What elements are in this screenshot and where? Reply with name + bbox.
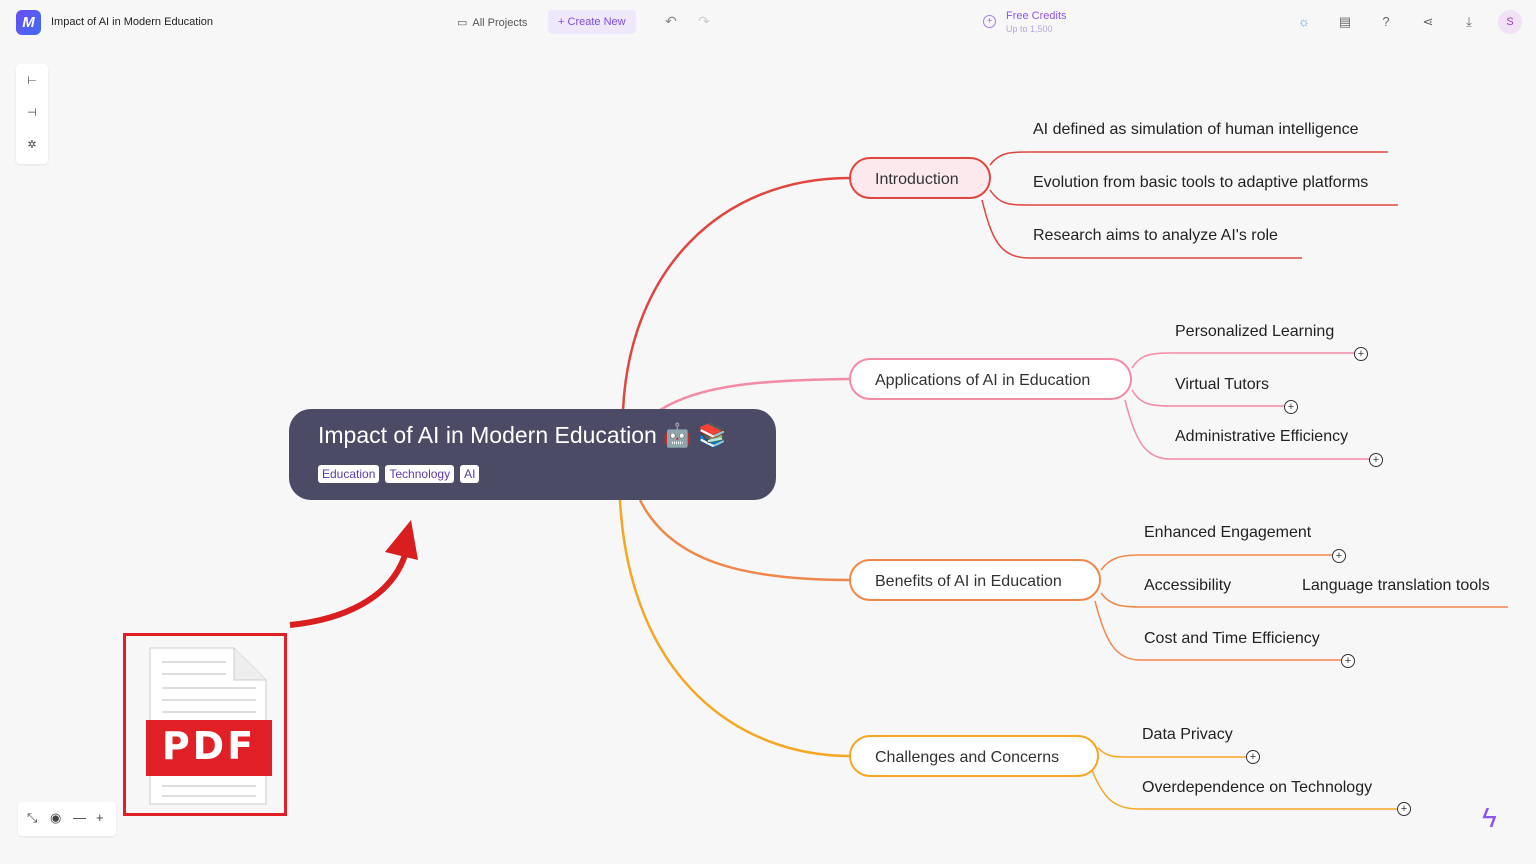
expand-icon[interactable]: + xyxy=(1332,549,1346,563)
leaf-ben-2-child[interactable]: Language translation tools xyxy=(1302,577,1490,595)
expand-icon[interactable]: + xyxy=(1369,453,1383,467)
tag-education[interactable]: Education xyxy=(318,465,380,483)
tag-ai[interactable]: AI xyxy=(460,465,480,483)
arrow-curve xyxy=(289,553,408,628)
edge-app-1 xyxy=(1131,352,1355,369)
fit-screen-icon[interactable]: ⤡ xyxy=(27,810,37,826)
leaf-ben-1[interactable]: Enhanced Engagement xyxy=(1144,524,1311,542)
leaf-intro-1[interactable]: AI defined as simulation of human intell… xyxy=(1033,121,1359,139)
root-title: Impact of AI in Modern Education 🤖 📚 xyxy=(318,422,727,448)
leaf-chal-1[interactable]: Data Privacy xyxy=(1142,726,1233,744)
branch-applications[interactable]: Applications of AI in Education xyxy=(849,358,1132,400)
edge-introduction xyxy=(621,176,851,411)
leaf-ben-3[interactable]: Cost and Time Efficiency xyxy=(1144,630,1320,648)
leaf-app-2[interactable]: Virtual Tutors xyxy=(1175,376,1269,394)
edge-intro-1 xyxy=(989,151,1388,166)
locate-icon[interactable]: ◉ xyxy=(50,810,61,826)
arrow-head xyxy=(385,520,418,560)
expand-icon[interactable]: + xyxy=(1284,400,1298,414)
pdf-label: PDF xyxy=(161,724,257,768)
edge-ben-2 xyxy=(1100,592,1508,608)
leaf-ben-2[interactable]: Accessibility xyxy=(1144,577,1231,595)
zoom-controls: ⤡ ◉ — + xyxy=(18,802,116,836)
edge-challenges xyxy=(618,499,851,758)
leaf-app-1[interactable]: Personalized Learning xyxy=(1175,323,1334,341)
zoom-in-icon[interactable]: + xyxy=(96,810,104,825)
root-node[interactable]: Impact of AI in Modern Education 🤖 📚 Edu… xyxy=(289,409,776,500)
pdf-overlay: PDF xyxy=(123,633,287,816)
leaf-chal-2[interactable]: Overdependence on Technology xyxy=(1142,779,1372,797)
leaf-intro-2[interactable]: Evolution from basic tools to adaptive p… xyxy=(1033,174,1368,192)
leaf-app-3[interactable]: Administrative Efficiency xyxy=(1175,428,1348,446)
zoom-out-icon[interactable]: — xyxy=(73,810,86,825)
edge-ben-1 xyxy=(1100,554,1332,571)
expand-icon[interactable]: + xyxy=(1354,347,1368,361)
edge-applications xyxy=(659,377,851,412)
branch-introduction[interactable]: Introduction xyxy=(849,157,991,199)
expand-icon[interactable]: + xyxy=(1341,654,1355,668)
edge-benefits xyxy=(638,499,851,582)
edge-intro-2 xyxy=(989,189,1398,206)
tag-technology[interactable]: Technology xyxy=(385,465,455,483)
lightning-icon[interactable]: ϟ xyxy=(1482,802,1497,834)
expand-icon[interactable]: + xyxy=(1246,750,1260,764)
edge-chal-1 xyxy=(1097,747,1247,758)
leaf-intro-3[interactable]: Research aims to analyze AI's role xyxy=(1033,227,1278,245)
branch-challenges[interactable]: Challenges and Concerns xyxy=(849,735,1099,777)
branch-benefits[interactable]: Benefits of AI in Education xyxy=(849,559,1101,601)
expand-icon[interactable]: + xyxy=(1397,802,1411,816)
root-tags: Education Technology AI xyxy=(318,465,480,483)
